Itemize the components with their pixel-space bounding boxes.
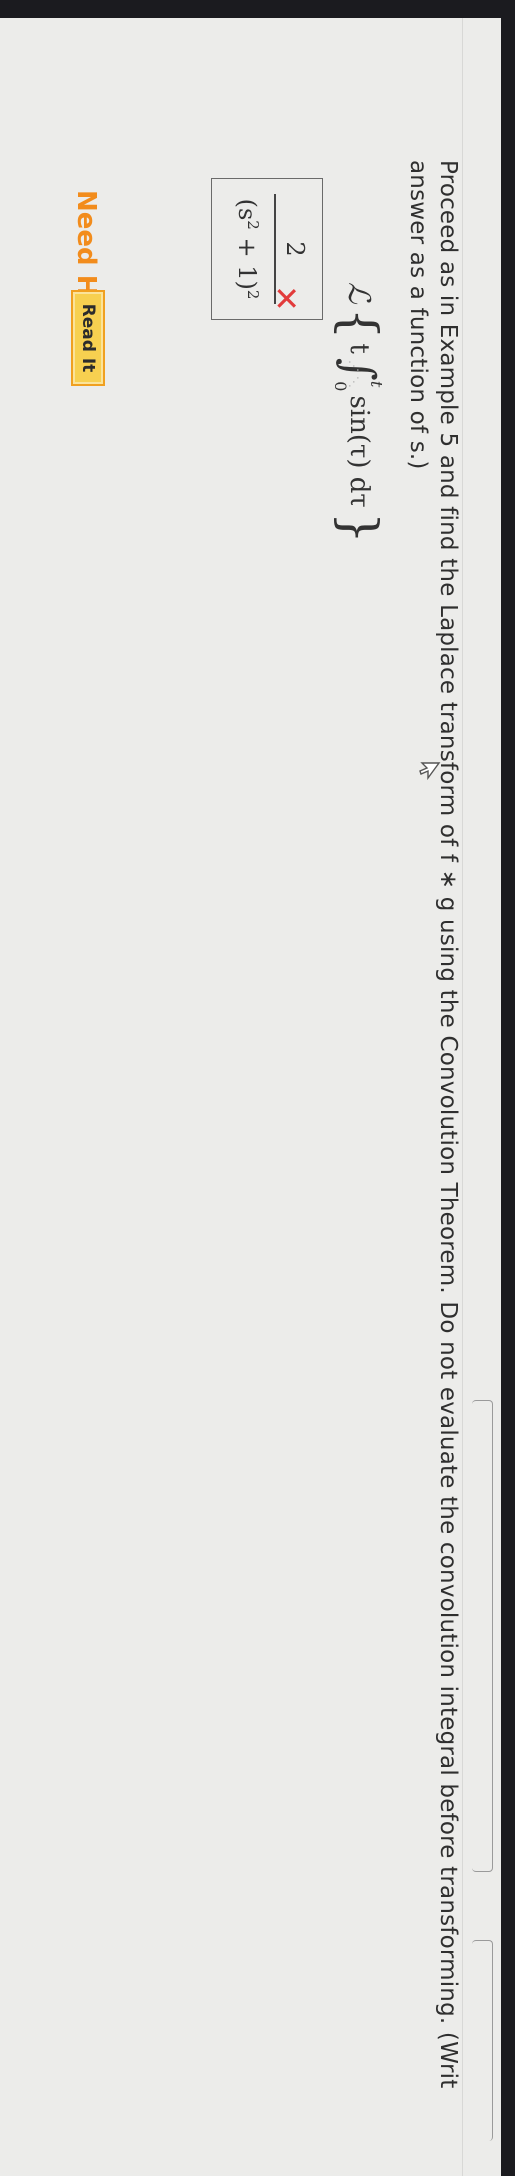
left-brace: { [330,307,388,340]
question-text: Proceed as in Example 5 and find the Lap… [405,160,461,2089]
mouse-cursor-icon [419,762,441,781]
den-exp: 2 [244,220,262,230]
upper-limit: t [367,380,387,388]
right-brace: } [330,511,388,544]
window-right-bar [501,0,515,2176]
rotated-content: Proceed as in Example 5 and find the Lap… [31,0,501,2141]
laplace-expression: ℒ { t ∫ t 0 sin(τ) dτ } [329,282,389,544]
den-rest: + 1 [233,237,261,281]
top-edge-bracket-right [472,1940,493,2141]
integrand: sin(τ) dτ [344,395,374,508]
expr-variable: t [344,343,374,354]
read-it-button[interactable]: Read It [71,290,105,386]
den-base: s [233,207,261,221]
laplace-operator: ℒ [341,282,377,304]
faint-marks: ⋰ ⋱ [347,360,361,388]
top-edge-bracket [472,1400,493,1872]
incorrect-mark-icon: ✕ [267,285,305,312]
answer-denominator: (s2 + 1)2 [233,198,262,300]
den-outer-exp: 2 [244,289,262,300]
